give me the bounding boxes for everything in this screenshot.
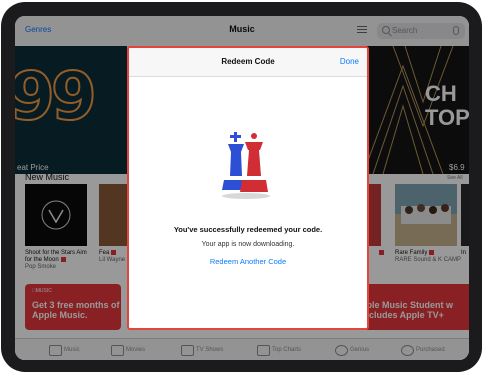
redeem-code-modal: Redeem Code Done You've successfully red… <box>127 46 369 330</box>
ipad-frame: Genres Music Search 99 eat Price CH TOP … <box>1 2 482 372</box>
chess-app-icon <box>222 132 270 199</box>
download-status: Your app is now downloading. <box>201 241 295 248</box>
done-button[interactable]: Done <box>340 57 359 66</box>
screen: Genres Music Search 99 eat Price CH TOP … <box>15 16 469 360</box>
redeem-another-code-link[interactable]: Redeem Another Code <box>129 257 367 266</box>
modal-title: Redeem Code <box>221 57 275 66</box>
success-message: You've successfully redeemed your code. <box>173 225 323 234</box>
modal-header: Redeem Code Done <box>129 48 367 77</box>
